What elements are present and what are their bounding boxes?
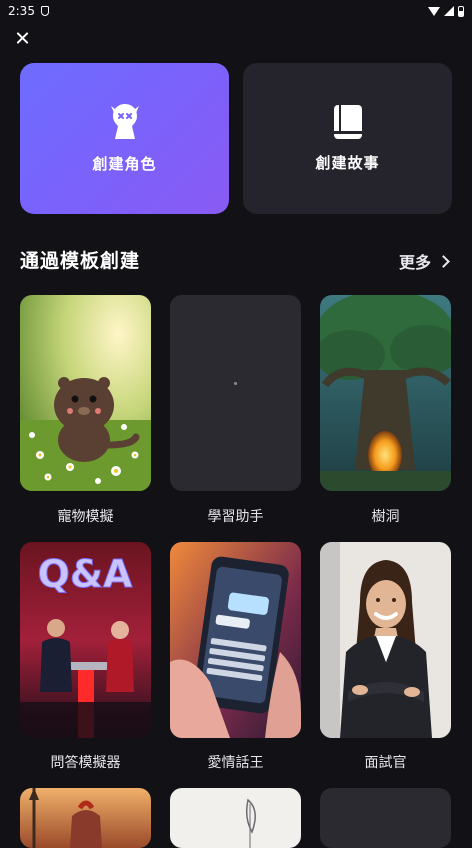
signal-icon [444, 6, 454, 16]
template-card-study-assistant[interactable] [170, 295, 301, 491]
create-character-label: 創建角色 [92, 155, 157, 173]
shield-icon [40, 6, 49, 16]
template-card-interviewer[interactable] [320, 542, 451, 738]
qa-sign: Q&A [38, 552, 133, 596]
phone-chat-image [170, 542, 301, 738]
template-card-love-talk[interactable] [170, 542, 301, 738]
pet-image [20, 295, 151, 491]
template-card-warrior[interactable] [20, 788, 151, 848]
more-label: 更多 [398, 253, 431, 272]
businesswoman-image [320, 542, 451, 738]
template-label-study-assistant: 學習助手 [207, 509, 264, 525]
template-label-interviewer: 面試官 [364, 755, 407, 771]
status-bar: 2:35 [0, 0, 472, 22]
close-button[interactable] [10, 26, 34, 50]
feather-image [170, 788, 301, 848]
battery-icon [458, 5, 464, 17]
template-card-pet-sim[interactable] [20, 295, 151, 491]
template-label-qa-sim: 問答模擬器 [50, 755, 121, 771]
character-icon [110, 104, 139, 139]
template-label-love-talk: 愛情話王 [207, 755, 264, 771]
qa-image: Q&A [20, 542, 151, 738]
create-story-label: 創建故事 [315, 154, 380, 172]
chevron-right-icon [437, 254, 450, 268]
template-card-qa-sim[interactable]: Q&A [20, 542, 151, 738]
template-label-pet-sim: 寵物模擬 [57, 509, 114, 525]
status-time: 2:35 [8, 4, 35, 18]
warrior-image [20, 788, 151, 848]
tree-image [320, 295, 451, 491]
book-icon [333, 105, 362, 139]
more-templates-button[interactable]: 更多 [398, 249, 450, 273]
template-label-tree-hollow: 樹洞 [371, 509, 400, 525]
wifi-icon [428, 6, 440, 16]
create-character-card[interactable]: 創建角色 [20, 63, 229, 214]
create-story-card[interactable]: 創建故事 [243, 63, 452, 214]
loading-dot [234, 382, 237, 385]
template-card-feather[interactable] [170, 788, 301, 848]
template-card-tree-hollow[interactable] [320, 295, 451, 491]
templates-section-title: 通過模板創建 [20, 250, 141, 272]
template-card-blank[interactable] [320, 788, 451, 848]
